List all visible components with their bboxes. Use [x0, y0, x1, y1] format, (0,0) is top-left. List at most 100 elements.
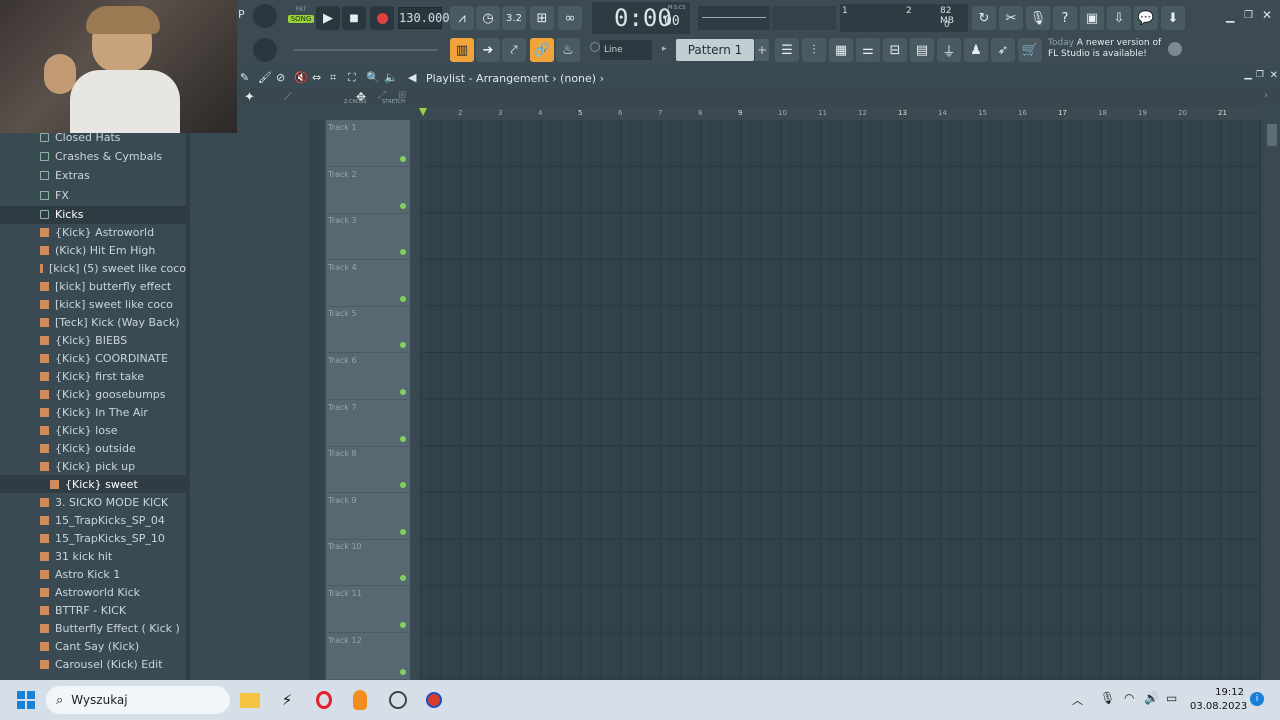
track-mute-led[interactable] [400, 622, 406, 628]
app-bolt-button[interactable]: ⚡ [275, 688, 299, 712]
undo-button[interactable]: ↻ [972, 6, 996, 30]
microphone-tray-icon[interactable]: 🎙 [1100, 691, 1115, 705]
pat-song-toggle[interactable]: PAT SONG [288, 6, 314, 30]
track-mute-led[interactable] [400, 482, 406, 489]
track-header[interactable]: Track 1 [326, 120, 410, 167]
file-explorer-button[interactable] [238, 688, 262, 712]
track-mute-led[interactable] [400, 295, 406, 302]
minimize-button[interactable]: ▁ [1226, 10, 1234, 23]
track-header[interactable]: Track 8 [326, 446, 410, 494]
link-button[interactable]: 🔗 [530, 38, 554, 62]
master-volume-knob[interactable] [253, 4, 277, 28]
master-slider[interactable] [294, 49, 438, 51]
scroll-right-icon[interactable]: › [1264, 90, 1268, 101]
browser-file[interactable]: {Kick} COORDINATE [0, 349, 186, 367]
playback-tool-icon[interactable]: 🔈 [384, 71, 398, 84]
browser-file[interactable]: (Kick) Hit Em High [0, 241, 186, 259]
track-mute-led[interactable] [400, 202, 406, 209]
snap-magnet-icon[interactable]: ✦ [244, 90, 255, 105]
chat-button[interactable]: 💬 [1134, 6, 1158, 30]
track-header[interactable]: Track 10 [326, 539, 410, 587]
track-header[interactable]: Track 6 [326, 353, 410, 400]
browser-file[interactable]: 31 kick hit [0, 547, 186, 565]
browser-file[interactable]: {Kick} first take [0, 367, 186, 385]
arrangement-grid[interactable] [420, 120, 1261, 680]
cut-button[interactable]: ✂ [999, 6, 1023, 30]
battery-icon[interactable]: ▭ [1166, 691, 1177, 705]
track-mute-led[interactable] [400, 668, 406, 675]
playlist-minimize-button[interactable]: ▁ [1244, 69, 1252, 80]
browser-file[interactable]: 3. SICKO MODE KICK [0, 493, 186, 511]
browser-folder[interactable]: Crashes & Cymbals [0, 147, 186, 165]
browser-file[interactable]: {Kick} sweet [0, 475, 186, 493]
news-panel[interactable]: Today A newer version of FL Studio is av… [1048, 38, 1168, 64]
track-header[interactable]: Track 4 [326, 260, 410, 307]
browser-file[interactable]: 15_TrapKicks_SP_04 [0, 511, 186, 529]
project-button[interactable]: ▤ [910, 38, 934, 62]
browser-file[interactable]: {Kick} pick up [0, 457, 186, 475]
track-mute-led[interactable] [400, 575, 406, 582]
master-pitch-knob[interactable] [253, 38, 277, 62]
arrow-button[interactable]: ➜ [476, 38, 500, 62]
browser-folder[interactable]: Kicks [0, 205, 186, 224]
track-header[interactable]: Track 9 [326, 493, 410, 540]
menu-arrow-icon[interactable]: ◀ [408, 71, 416, 84]
playlist-button[interactable]: ☰ [775, 38, 799, 62]
browser-file[interactable]: 15_TrapKicks_SP_10 [0, 529, 186, 547]
browser-folder[interactable]: FX [0, 186, 186, 204]
slide-button[interactable]: ⤤ [502, 38, 526, 62]
playlist-close-button[interactable]: ✕ [1270, 70, 1278, 81]
loop-record-button[interactable]: ∞ [558, 6, 582, 30]
browser-file[interactable]: {Kick} outside [0, 439, 186, 457]
time-display[interactable]: 0:00 00 M:S:CS [592, 2, 690, 34]
picker-scrollbar[interactable] [310, 120, 324, 680]
playlist-pattern-picker[interactable] [190, 120, 310, 680]
select-tool-icon[interactable]: ⛶ [348, 71, 356, 85]
browser-file[interactable]: {Kick} In The Air [0, 403, 186, 421]
tempo-display[interactable]: 130.000 [398, 7, 450, 29]
browser-file[interactable]: [kick] sweet like coco [0, 295, 186, 313]
playlist-restore-button[interactable]: ❐ [1256, 70, 1264, 80]
notification-icon[interactable]: i [1250, 692, 1264, 706]
restore-button[interactable]: ❐ [1244, 10, 1253, 21]
track-header[interactable]: Track 12 [326, 633, 410, 680]
vertical-scroll-thumb[interactable] [1267, 124, 1277, 146]
piano-roll-button[interactable]: ▥ [450, 38, 474, 62]
track-mute-led[interactable] [400, 528, 406, 535]
track-header[interactable]: Track 2 [326, 167, 410, 214]
mixer-button[interactable]: ⚌ [856, 38, 880, 62]
wifi-icon[interactable]: ◠ [1124, 691, 1134, 705]
browser-button[interactable]: ⊟ [883, 38, 907, 62]
pattern-selector[interactable]: Pattern 1 [676, 39, 754, 61]
track-header[interactable]: Track 7 [326, 400, 410, 447]
browser-file[interactable]: Cant Say (Kick) [0, 637, 186, 655]
app-button[interactable] [422, 688, 446, 712]
slice-tool-icon[interactable]: ⌗ [330, 71, 336, 85]
browser-file[interactable]: [kick] butterfly effect [0, 277, 186, 295]
step-edit-button[interactable]: ⊞ [530, 6, 554, 30]
slip-tool-icon[interactable]: ⇔ [312, 71, 321, 84]
track-mute-led[interactable] [400, 342, 406, 349]
mic-button[interactable]: 🎙 [1026, 6, 1050, 30]
track-mute-led[interactable] [400, 156, 406, 162]
stamp-button[interactable]: ♨ [556, 38, 580, 62]
track-header[interactable]: Track 3 [326, 213, 410, 261]
browser-file[interactable]: [kick] (5) sweet like coco [0, 259, 186, 277]
start-button[interactable] [14, 688, 38, 712]
help-button[interactable]: ? [1053, 6, 1077, 30]
browser-file[interactable]: {Kick} Astroworld [0, 223, 186, 241]
stop-button[interactable]: ■ [342, 6, 366, 30]
wait-input-button[interactable]: ◷ [476, 6, 500, 30]
vertical-scrollbar[interactable] [1264, 120, 1280, 680]
zoom-tool-icon[interactable]: 🔍 [366, 71, 380, 84]
play-button[interactable]: ▶ [316, 6, 340, 30]
snap-selector[interactable]: Line [600, 40, 652, 60]
taskbar-search[interactable]: ⌕ Wyszukaj [46, 686, 230, 714]
record-button[interactable] [370, 6, 394, 30]
browser-file[interactable]: Astroworld Kick [0, 583, 186, 601]
shop-button[interactable]: 🛒 [1018, 38, 1042, 62]
countdown-button[interactable]: 3.2 [502, 6, 526, 30]
piano-roll-window-button[interactable]: ▦ [829, 38, 853, 62]
channel-rack-button[interactable]: ⫶ [802, 38, 826, 62]
browser-file[interactable]: [Teck] Kick (Way Back) [0, 313, 186, 331]
